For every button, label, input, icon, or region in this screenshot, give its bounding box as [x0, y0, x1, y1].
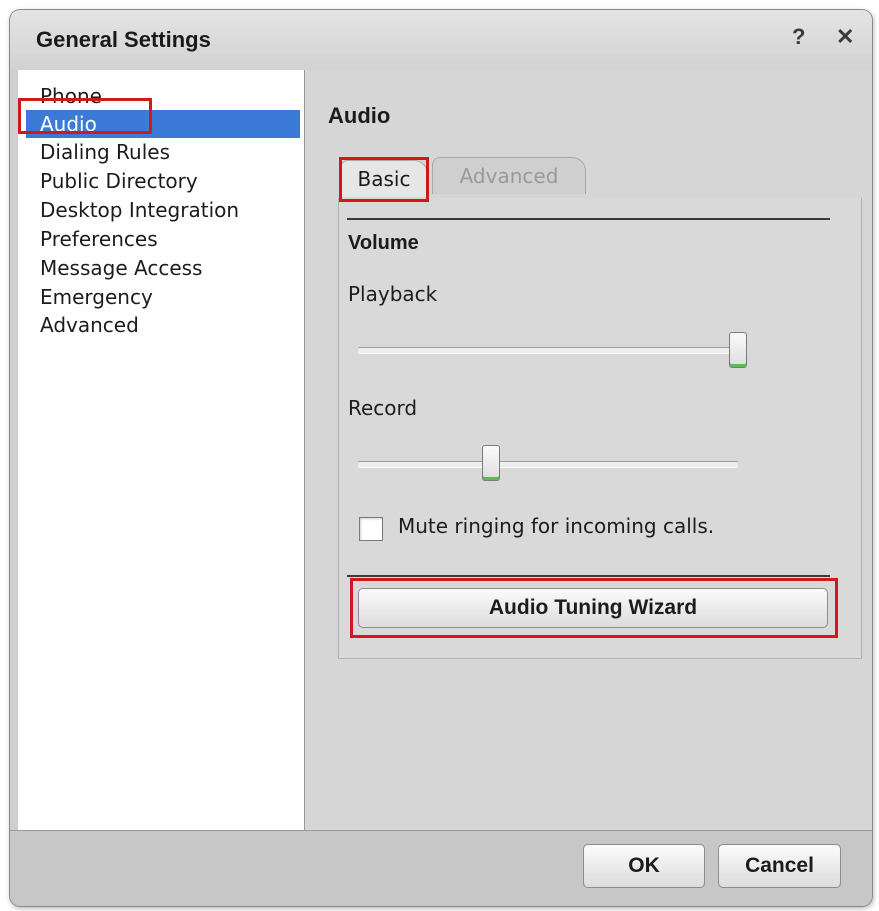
settings-nav: Phone Audio Dialing Rules Public Directo… — [18, 70, 305, 830]
nav-item-emergency[interactable]: Emergency — [40, 283, 153, 311]
tab-advanced[interactable]: Advanced — [432, 157, 586, 194]
nav-item-preferences[interactable]: Preferences — [40, 225, 158, 253]
playback-slider-thumb[interactable] — [729, 332, 747, 368]
audio-tuning-wizard-button[interactable]: Audio Tuning Wizard — [358, 588, 828, 628]
help-icon[interactable]: ? — [792, 24, 805, 50]
nav-item-message-access[interactable]: Message Access — [40, 254, 202, 282]
record-slider-track[interactable] — [358, 461, 738, 468]
tab-basic[interactable]: Basic — [340, 160, 428, 197]
playback-slider-track[interactable] — [358, 347, 738, 354]
playback-label: Playback — [348, 282, 438, 306]
cancel-button[interactable]: Cancel — [718, 844, 841, 888]
record-label: Record — [348, 396, 418, 420]
nav-item-advanced[interactable]: Advanced — [40, 311, 139, 339]
mute-ringing-checkbox[interactable] — [359, 517, 383, 541]
ok-button[interactable]: OK — [583, 844, 705, 888]
record-slider-thumb[interactable] — [482, 445, 500, 481]
nav-item-phone[interactable]: Phone — [40, 82, 102, 110]
dialog-title: General Settings — [36, 27, 211, 52]
nav-item-audio[interactable]: Audio — [26, 110, 300, 138]
tab-divider — [347, 218, 830, 220]
wizard-divider — [347, 575, 830, 577]
pane-title: Audio — [328, 103, 391, 128]
nav-item-dialing-rules[interactable]: Dialing Rules — [40, 138, 170, 166]
volume-heading: Volume — [348, 232, 419, 254]
title-bar: General Settings ? ✕ — [10, 10, 872, 70]
nav-item-desktop-integration[interactable]: Desktop Integration — [40, 196, 239, 224]
general-settings-dialog: General Settings ? ✕ Phone Audio Dialing… — [10, 10, 872, 906]
mute-ringing-label[interactable]: Mute ringing for incoming calls. — [398, 514, 714, 538]
nav-item-public-directory[interactable]: Public Directory — [40, 167, 198, 195]
close-icon[interactable]: ✕ — [836, 24, 854, 50]
